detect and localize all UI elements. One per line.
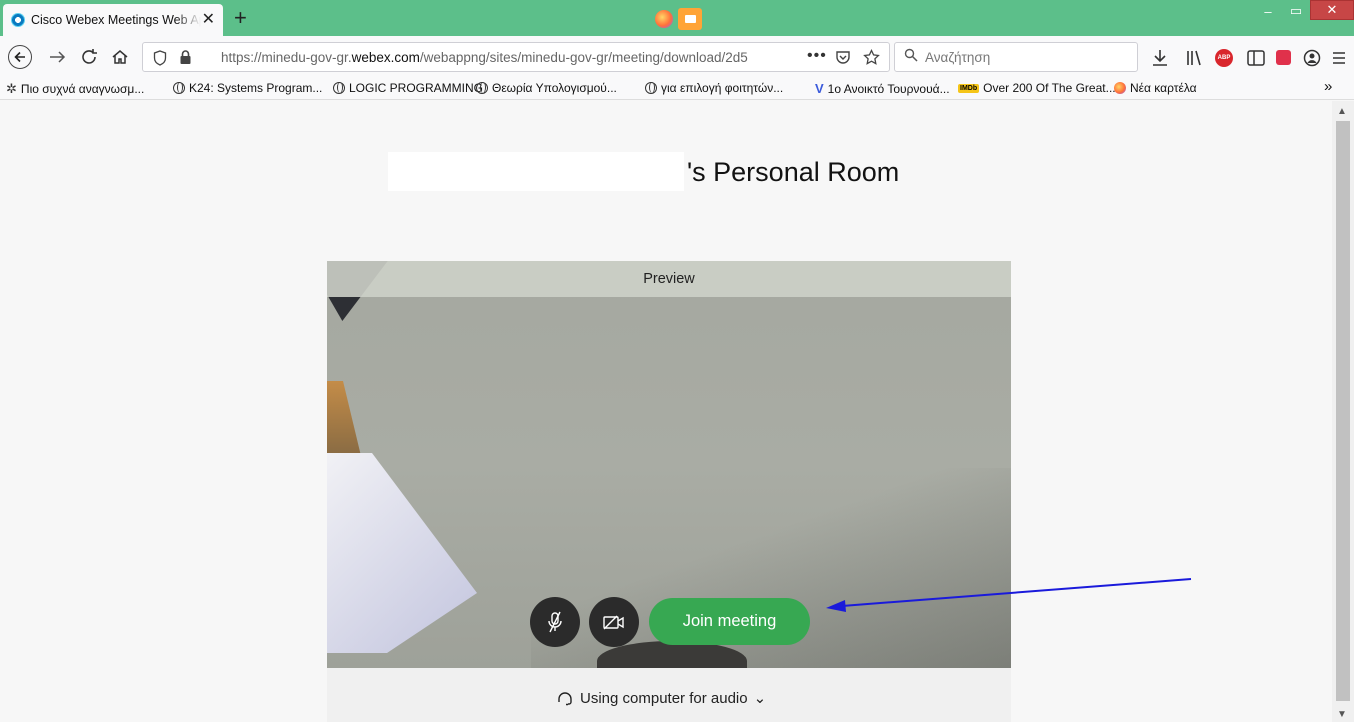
scroll-down-icon[interactable]: ▼ [1337,709,1347,720]
window-close-button[interactable]: ✕ [1310,0,1354,20]
camera-off-icon [603,615,624,630]
restore-button[interactable]: ▭ [1282,0,1310,22]
new-tab-button[interactable]: + [234,7,247,29]
extension-icon[interactable] [1276,50,1291,65]
minimize-button[interactable]: – [1254,0,1282,22]
headset-icon [558,692,572,706]
chevron-down-icon: ⌄ [753,690,767,707]
v-icon: V [815,81,824,96]
bookmark-item[interactable]: Νέα καρτέλα [1114,81,1197,95]
firefox-icon [652,8,676,30]
scroll-thumb[interactable] [1336,121,1350,701]
tab-title: Cisco Webex Meetings Web App [31,13,201,27]
microphone-muted-icon [548,611,562,633]
page-actions-button[interactable]: ••• [807,47,827,65]
tab-webex[interactable]: Cisco Webex Meetings Web App ✕ [3,4,223,36]
bookmark-item[interactable]: K24: Systems Program... [173,81,322,95]
library-icon[interactable] [1184,48,1204,68]
globe-icon [173,82,185,94]
lock-icon[interactable] [179,49,192,65]
account-icon[interactable] [1302,48,1322,68]
search-bar[interactable]: Αναζήτηση [894,42,1138,72]
camera-sharing-icon[interactable] [678,8,702,30]
firefox-icon [1114,82,1126,94]
globe-icon [476,82,488,94]
tab-close-button[interactable]: ✕ [202,12,215,28]
pocket-icon[interactable] [835,49,851,65]
bookmarks-bar: ✲ Πιο συχνά αναγνωσμ... K24: Systems Prog… [0,78,1354,100]
back-button[interactable] [8,45,32,69]
globe-icon [645,82,657,94]
browser-window: Cisco Webex Meetings Web App ✕ + – ▭ ✕ h… [0,0,1354,722]
redacted-name [388,152,684,191]
forward-button[interactable] [44,47,72,67]
bookmark-item[interactable]: IMDb Over 200 Of The Great... [958,81,1116,95]
home-button[interactable] [106,47,134,67]
join-meeting-button[interactable]: Join meeting [649,598,810,645]
shield-icon[interactable] [153,50,167,66]
search-icon [904,48,918,66]
preview-header: Preview [327,261,1011,297]
video-toggle-button[interactable] [589,597,639,647]
audio-option-selector[interactable]: Using computer for audio ⌄ [556,689,766,707]
sharing-indicators [652,8,702,30]
imdb-icon: IMDb [958,83,980,93]
mute-button[interactable] [530,597,580,647]
download-icon[interactable] [1150,48,1170,68]
url-text[interactable]: https://minedu-gov-gr.webex.com/webappng… [221,50,781,65]
scroll-up-icon[interactable]: ▲ [1337,106,1347,117]
bookmark-item[interactable]: Θεωρία Υπολογισμού... [476,81,617,95]
globe-icon [333,82,345,94]
bookmarks-overflow-button[interactable]: » [1324,78,1332,95]
webex-icon [11,13,25,27]
window-controls: – ▭ ✕ [1254,0,1354,26]
tab-strip: Cisco Webex Meetings Web App ✕ + – ▭ ✕ [0,0,1354,36]
bookmark-item[interactable]: V 1ο Ανοικτό Τουρνουά... [815,81,950,96]
adblock-icon[interactable]: ABP [1215,49,1233,67]
menu-icon[interactable] [1330,48,1348,68]
bookmark-item[interactable]: ✲ Πιο συχνά αναγνωσμ... [6,81,144,97]
arrow-left-icon [14,51,25,63]
bookmark-item[interactable]: LOGIC PROGRAMMING [333,81,483,95]
preview-label: Preview [643,271,695,287]
reload-button[interactable] [76,47,104,67]
search-placeholder: Αναζήτηση [925,50,991,65]
scrollbar[interactable]: ▲ ▼ [1332,101,1354,722]
url-bar[interactable]: https://minedu-gov-gr.webex.com/webappng… [142,42,890,72]
star-icon[interactable] [863,49,880,66]
gear-icon: ✲ [6,81,17,96]
camera-feed-object [327,453,477,653]
bookmark-item[interactable]: για επιλογή φοιτητών... [645,81,783,95]
page-title: 's Personal Room [687,157,900,187]
sidebar-icon[interactable] [1246,49,1266,67]
audio-option-label: Using computer for audio [580,689,748,707]
